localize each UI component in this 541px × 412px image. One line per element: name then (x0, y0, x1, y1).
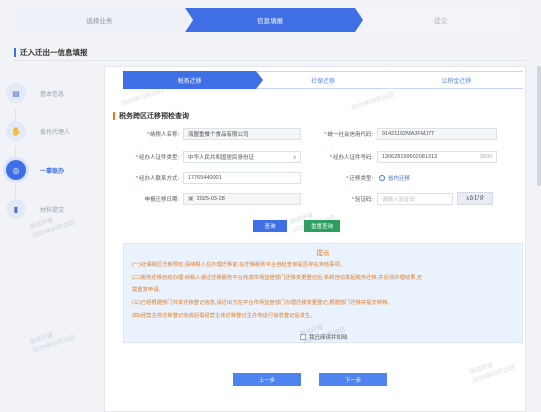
chevron-down-icon: ▾ (293, 154, 296, 161)
top-step-bar: 选择业务 信息填报 提交 (14, 8, 527, 32)
captcha-label: 验证码: (354, 196, 373, 203)
tip-line: (三)已经根据部门共享迁移登记信息,请迁出方在平台市场监管部门办理迁移变更登记,… (132, 300, 393, 306)
top-step-info-fill[interactable]: 信息填报 (184, 8, 364, 32)
section-header: 税务跨区迁移预检查询 (113, 111, 189, 121)
page-title: 迁入迁出一信息填报 (20, 47, 88, 57)
row-id-type: *经办人证件类型: 中华人民共和国居民身份证 ▾ (123, 150, 301, 163)
id-no-input[interactable]: 130628199502081313 18/30 (377, 150, 497, 163)
top-step-select-business[interactable]: 选择业务 (14, 8, 193, 32)
calendar-icon: ▣ (188, 196, 194, 202)
tab-label: 社保迁移 (310, 78, 335, 85)
prev-step-button[interactable]: 上一步 (233, 373, 301, 386)
sub-step-bar: 税务迁移 社保迁移 公积金迁移 (123, 71, 523, 89)
main-panel: 税务迁移 社保迁移 公积金迁移 税务跨区迁移预检查询 *纳税人名称: 海盟重餐个… (104, 66, 526, 412)
nav-item-materials[interactable]: ▮ 材料提交 (6, 196, 100, 222)
nav-label: 基本信息 (40, 91, 65, 98)
left-nav: ▤ 基本信息 ✋ 委托代理人 ◎ 一事联办 ▮ 材料提交 (0, 72, 100, 272)
taxpayer-name-field: 海盟重餐个食品有限公司 (183, 127, 301, 140)
row-move-type: *迁移类型: 省内迁移 (346, 174, 411, 182)
row-credit-code: *统一社会信用代码: 91421102MA3FMJ7T (305, 127, 497, 140)
handshake-icon: ✋ (6, 121, 26, 141)
row-taxpayer-name: *纳税人名称: 海盟重餐个食品有限公司 (123, 127, 301, 140)
credit-code-label: 统一社会信用代码: (327, 131, 373, 138)
phone-input[interactable]: 17765440001 (183, 171, 301, 184)
divider (14, 60, 526, 61)
nav-item-agent[interactable]: ✋ 委托代理人 (6, 118, 100, 144)
move-date-label: 申报迁移日期: (144, 196, 179, 203)
query-button[interactable]: 查询 (253, 220, 287, 232)
move-date-value: 2025-03-28 (196, 195, 225, 202)
move-date-field: ▣ 2025-03-28 (183, 192, 301, 205)
row-phone: *经办人联系方式: 17765440001 (123, 171, 301, 184)
next-step-button[interactable]: 下一步 (319, 373, 387, 386)
nav-item-basic-info[interactable]: ▤ 基本信息 (6, 80, 100, 106)
page-header: 迁入迁出一信息填报 (14, 44, 526, 60)
captcha-image[interactable]: xbU9 (457, 192, 493, 205)
row-captcha: *验证码: 请输入验证码 xbU9 (305, 192, 493, 205)
checkbox-box[interactable] (300, 334, 306, 340)
top-step-label: 信息填报 (257, 18, 283, 25)
nav-item-joint-handling[interactable]: ◎ 一事联办 (6, 157, 100, 183)
tab-social-security-migration[interactable]: 社保迁移 (256, 71, 397, 89)
id-type-label: 经办人证件类型: (138, 154, 179, 161)
link-icon: ◎ (6, 160, 26, 180)
row-id-no: *经办人证件号码: 130628199502081313 18/30 (305, 150, 497, 163)
nav-label: 材料提交 (40, 207, 65, 214)
reset-query-button[interactable]: 重置查询 (304, 220, 340, 232)
tab-tax-migration[interactable]: 税务迁移 (123, 71, 264, 89)
captcha-input[interactable]: 请输入验证码 (377, 192, 453, 205)
top-step-submit[interactable]: 提交 (355, 8, 527, 32)
watermark: 测试环境 2025年03月28日 (28, 324, 76, 355)
tip-line: (二)税务迁移自动办理:纳税人通过迁移服务平台完成市场监管部门迁移变更登记后,系… (132, 275, 423, 281)
tips-title: 提示 (316, 250, 330, 257)
move-type-option[interactable]: 省内迁移 (388, 174, 410, 182)
tip-line: (四)经营主体迁移登记完成后需经营主体迁移登记主办地进行信息登记后发生。 (132, 313, 316, 319)
top-step-label: 选择业务 (86, 18, 113, 25)
scrollbar[interactable] (537, 66, 541, 186)
phone-label: 经办人联系方式: (138, 175, 179, 182)
move-type-label: 迁移类型: (349, 175, 373, 182)
id-type-value: 中华人民共和国居民身份证 (188, 154, 255, 161)
tab-housing-fund-migration[interactable]: 公积金迁移 (389, 71, 523, 89)
tab-label: 公积金迁移 (441, 78, 472, 85)
watermark-date: 2025年03月28日 (32, 334, 77, 355)
tab-label: 税务迁移 (177, 78, 202, 85)
id-no-value: 130628199502081313 (382, 153, 438, 160)
top-step-label: 提交 (434, 18, 448, 25)
id-type-select[interactable]: 中华人民共和国居民身份证 ▾ (183, 150, 301, 163)
checkbox-label: 我已阅读并知晓 (309, 335, 348, 341)
credit-code-field: 91421102MA3FMJ7T (377, 127, 497, 140)
id-no-label: 经办人证件号码: (332, 154, 373, 161)
tip-line: 需重复申请。 (132, 287, 164, 293)
info-icon: ▤ (6, 83, 26, 103)
char-count: 18/30 (479, 153, 492, 160)
watermark-text: 测试环境 (29, 332, 54, 346)
document-icon: ▮ (6, 199, 26, 219)
read-confirm-checkbox[interactable]: 我已阅读并知晓 (300, 333, 348, 341)
tips-box: 提示 (一)社保跨区迁移预检,请纳税人在办理迁移前,在迁移服务平台自检查询是否存… (123, 243, 523, 343)
taxpayer-name-label: 纳税人名称: (149, 131, 179, 138)
tip-line: (一)社保跨区迁移预检,请纳税人在办理迁移前,在迁移服务平台自检查询是否存在未结… (132, 262, 346, 268)
nav-label: 委托代理人 (40, 129, 71, 136)
section-title: 税务跨区迁移预检查询 (119, 113, 189, 120)
nav-label: 一事联办 (40, 168, 65, 175)
row-move-date: 申报迁移日期: ▣ 2025-03-28 (123, 192, 301, 205)
move-type-radio[interactable] (379, 174, 385, 181)
